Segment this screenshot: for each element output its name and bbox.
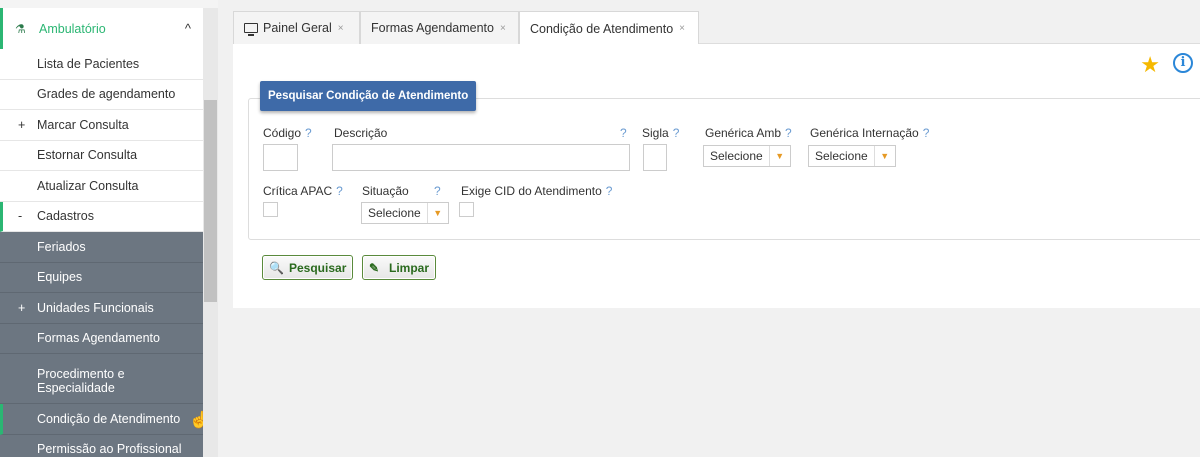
sigla-label-text: Sigla [642, 126, 669, 140]
sidebar-top-strip [0, 0, 218, 8]
critica-apac-label: Crítica APAC? [263, 184, 343, 198]
generica-amb-label-text: Genérica Amb [705, 126, 782, 140]
select-value: Selecione [362, 203, 428, 223]
sidebar-subitem-feriados[interactable]: Feriados [0, 232, 203, 263]
sidebar-item-label: Grades de agendamento [37, 87, 176, 102]
sidebar-subitem-label: Unidades Funcionais [37, 300, 154, 315]
sidebar-subitem-equipes[interactable]: Equipes [0, 262, 203, 293]
codigo-label-text: Código [263, 126, 302, 140]
close-icon[interactable]: × [679, 23, 685, 34]
situacao-label: Situação [362, 184, 409, 198]
eraser-icon: ✎ [369, 260, 380, 275]
help-icon[interactable]: ? [923, 126, 930, 140]
exige-cid-label: Exige CID do Atendimento? [461, 184, 612, 198]
chevron-up-icon[interactable]: ^ [185, 21, 191, 36]
tab-label: Painel Geral [263, 21, 332, 35]
info-icon[interactable]: i [1173, 53, 1193, 73]
generica-internacao-label: Genérica Internação? [810, 126, 929, 140]
caret-down-icon: ▼ [433, 208, 443, 218]
sidebar-subitem-permissao-profissional[interactable]: Permissão ao Profissional [0, 434, 203, 457]
sidebar-nav: ⚗ Ambulatório ^ Lista de Pacientes Grade… [0, 8, 209, 457]
sitemap-icon: ⚗ [15, 21, 26, 36]
sidebar-subitem-label: Feriados [37, 239, 86, 254]
search-legend: Pesquisar Condição de Atendimento [260, 81, 477, 111]
exige-cid-checkbox[interactable] [459, 202, 474, 217]
sigla-field[interactable] [643, 144, 667, 171]
close-icon[interactable]: × [338, 23, 344, 34]
sidebar-item-grades-agendamento[interactable]: Grades de agendamento [0, 79, 203, 110]
sidebar-subitem-label: Formas Agendamento [37, 331, 160, 346]
expand-plus-icon: + [18, 300, 26, 315]
sidebar-subitem-procedimento-especialidade[interactable]: Procedimento e Especialidade [0, 354, 203, 404]
help-icon[interactable]: ? [336, 184, 343, 198]
tab-bar: Painel Geral × Formas Agendamento × Cond… [233, 11, 1200, 45]
clear-button-label: Limpar [389, 260, 430, 275]
sidebar-item-marcar-consulta[interactable]: + Marcar Consulta [0, 110, 203, 141]
clear-button[interactable]: ✎ Limpar [362, 255, 437, 280]
main-panel: ★ i Pesquisar Condição de Atendimento Có… [233, 44, 1200, 308]
sidebar-subitem-label: Equipes [37, 270, 83, 285]
sigla-label: Sigla? [642, 126, 679, 140]
expand-plus-icon: + [18, 117, 26, 132]
sidebar-item-label: Atualizar Consulta [37, 178, 139, 193]
help-icon[interactable]: ? [305, 126, 312, 140]
generica-internacao-select[interactable]: Selecione ▼ [808, 145, 896, 167]
tab-label: Formas Agendamento [371, 21, 494, 35]
caret-down-icon: ▼ [880, 151, 890, 161]
sidebar-item-atualizar-consulta[interactable]: Atualizar Consulta [0, 171, 203, 202]
sidebar-subitem-label: Permissão ao Profissional [37, 442, 182, 457]
critica-apac-label-text: Crítica APAC [263, 184, 333, 198]
search-icon: 🔍 [269, 260, 284, 275]
generica-amb-select[interactable]: Selecione ▼ [703, 145, 791, 167]
search-button-label: Pesquisar [289, 260, 347, 275]
sidebar: ⚗ Ambulatório ^ Lista de Pacientes Grade… [0, 0, 218, 457]
sidebar-header-label: Ambulatório [39, 21, 106, 36]
tab-label: Condição de Atendimento [530, 21, 674, 36]
sidebar-scrollbar-thumb[interactable] [204, 100, 217, 302]
sidebar-subitem-label: Procedimento e Especialidade [37, 366, 125, 395]
critica-apac-checkbox[interactable] [263, 202, 278, 217]
sidebar-subitem-condicao-atendimento[interactable]: Condição de Atendimento ☝ [0, 404, 209, 435]
sidebar-subitem-label: Condição de Atendimento [37, 411, 181, 426]
descricao-field[interactable] [332, 144, 630, 171]
descricao-label: Descrição [334, 126, 388, 140]
search-button[interactable]: 🔍 Pesquisar [262, 255, 354, 280]
exige-cid-label-text: Exige CID do Atendimento [461, 184, 602, 198]
tab-condicao-atendimento[interactable]: Condição de Atendimento × [519, 11, 699, 45]
sidebar-subitem-unidades-funcionais[interactable]: + Unidades Funcionais [0, 293, 203, 324]
tab-painel-geral[interactable]: Painel Geral × [233, 11, 360, 44]
sidebar-subitem-formas-agendamento[interactable]: Formas Agendamento [0, 323, 203, 354]
sidebar-header-ambulatorio[interactable]: ⚗ Ambulatório ^ [0, 8, 203, 49]
help-icon[interactable]: ? [434, 184, 441, 198]
tab-formas-agendamento[interactable]: Formas Agendamento × [360, 11, 519, 44]
sidebar-item-label: Estornar Consulta [37, 148, 138, 163]
sidebar-item-label: Lista de Pacientes [37, 56, 140, 71]
select-value: Selecione [704, 146, 770, 166]
sidebar-item-label: Cadastros [37, 209, 94, 224]
sidebar-item-estornar-consulta[interactable]: Estornar Consulta [0, 140, 203, 171]
select-value: Selecione [809, 146, 875, 166]
help-icon[interactable]: ? [606, 184, 613, 198]
sidebar-item-cadastros[interactable]: - Cadastros [0, 201, 203, 232]
caret-down-icon: ▼ [775, 151, 785, 161]
help-icon[interactable]: ? [785, 126, 792, 140]
close-icon[interactable]: × [500, 23, 506, 34]
situacao-select[interactable]: Selecione ▼ [361, 202, 449, 224]
collapse-minus-icon: - [18, 209, 23, 224]
star-icon[interactable]: ★ [1140, 52, 1160, 78]
codigo-field[interactable] [263, 144, 298, 171]
sidebar-item-label: Marcar Consulta [37, 117, 129, 132]
sidebar-item-lista-pacientes[interactable]: Lista de Pacientes [0, 49, 203, 80]
codigo-label: Código? [263, 126, 312, 140]
help-icon[interactable]: ? [620, 126, 627, 140]
monitor-icon [244, 23, 258, 36]
generica-internacao-label-text: Genérica Internação [810, 126, 919, 140]
generica-amb-label: Genérica Amb? [705, 126, 792, 140]
help-icon[interactable]: ? [673, 126, 680, 140]
